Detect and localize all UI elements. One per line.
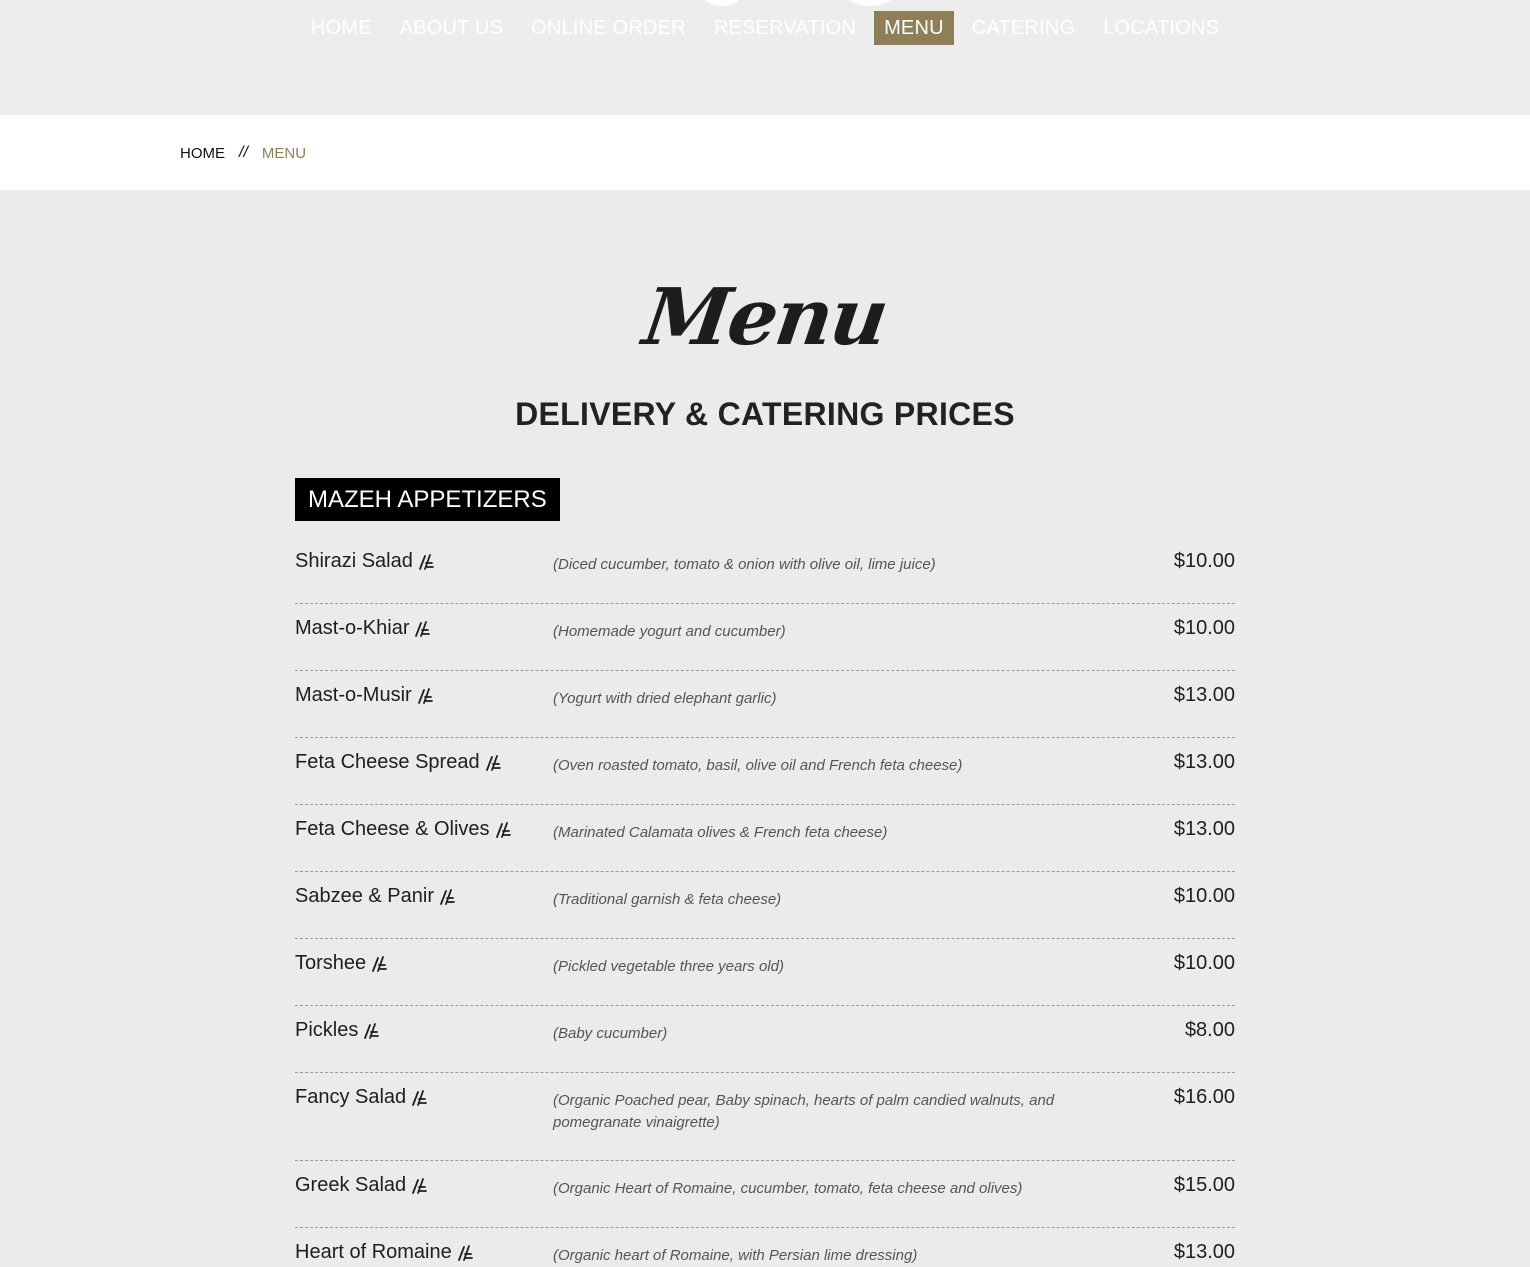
vegetarian-icon: [411, 1088, 429, 1108]
menu-item-price: $13.00: [1173, 818, 1235, 840]
menu-item-row: Torshee (Pickled vegetable three years ol…: [295, 939, 1235, 1006]
menu-item-description: (Marinated Calamata olives & French feta…: [553, 824, 888, 841]
menu-item-name: Torshee: [295, 952, 389, 975]
vegetarian-icon: [414, 619, 432, 639]
nav-locations[interactable]: LOCATIONS: [1089, 11, 1233, 45]
logo-fragment: [830, 0, 910, 6]
page-subtitle: DELIVERY & CATERING PRICES: [515, 396, 1015, 432]
menu-item-name: Mast-o-Musir: [295, 684, 435, 707]
menu-item-price: $13.00: [1173, 684, 1235, 706]
logo-fragment: [694, 0, 750, 6]
menu-item-row: Pickles (Baby cucumber) $8.00: [295, 1006, 1235, 1073]
vegetarian-icon: [485, 753, 503, 773]
menu-item-description: (Organic Poached pear, Baby spinach, hea…: [553, 1092, 1055, 1131]
nav-home[interactable]: HOME: [297, 11, 386, 45]
site-header: HOME ABOUT US ONLINE ORDER RESERVATION M…: [0, 0, 1530, 115]
menu-item-description: (Oven roasted tomato, basil, olive oil a…: [553, 757, 963, 774]
breadcrumb-separator: //: [239, 144, 248, 161]
menu-list: Shirazi Salad (Diced cucumber, tomato & o…: [295, 537, 1235, 1267]
menu-item-price: $15.00: [1173, 1174, 1235, 1196]
menu-item-row: Sabzee & Panir (Traditional garnish & fet…: [295, 872, 1235, 939]
nav-about-us[interactable]: ABOUT US: [386, 11, 517, 45]
nav-reservation[interactable]: RESERVATION: [700, 11, 870, 45]
breadcrumb-bar: HOME // MENU: [0, 115, 1530, 190]
menu-item-name: Greek Salad: [295, 1174, 429, 1197]
menu-item-description: (Diced cucumber, tomato & onion with oli…: [553, 556, 936, 573]
menu-item-price: $10.00: [1173, 617, 1235, 639]
menu-item-row: Greek Salad (Organic Heart of Romaine, cu…: [295, 1161, 1235, 1228]
menu-item-row: Shirazi Salad (Diced cucumber, tomato & o…: [295, 537, 1235, 604]
menu-item-row: Fancy Salad (Organic Poached pear, Baby s…: [295, 1073, 1235, 1161]
menu-item-price: $13.00: [1173, 751, 1235, 773]
vegetarian-icon: [457, 1243, 475, 1263]
menu-item-name-text: Torshee: [295, 952, 367, 974]
menu-item-name-text: Mast-o-Musir: [295, 684, 412, 706]
menu-item-name-text: Feta Cheese & Olives: [295, 818, 490, 840]
menu-item-name: Feta Cheese Spread: [295, 751, 503, 774]
main-nav: HOME ABOUT US ONLINE ORDER RESERVATION M…: [0, 11, 1530, 45]
vegetarian-icon: [418, 552, 436, 572]
vegetarian-icon: [411, 1176, 429, 1196]
nav-catering[interactable]: CATERING: [958, 11, 1089, 45]
menu-item-name-text: Pickles: [295, 1019, 359, 1041]
menu-item-name-text: Sabzee & Panir: [295, 885, 434, 907]
menu-item-description: (Yogurt with dried elephant garlic): [553, 690, 777, 707]
nav-menu[interactable]: MENU: [874, 11, 954, 45]
menu-item-name: Sabzee & Panir: [295, 885, 457, 908]
menu-item-price: $13.00: [1173, 1241, 1235, 1263]
breadcrumb: HOME // MENU: [180, 144, 306, 162]
menu-item-name: Fancy Salad: [295, 1086, 429, 1109]
section-heading: MAZEH APPETIZERS: [295, 478, 560, 521]
menu-item-name-text: Greek Salad: [295, 1174, 407, 1196]
vegetarian-icon: [417, 686, 435, 706]
menu-item-row: Heart of Romaine (Organic heart of Romain…: [295, 1228, 1235, 1267]
vegetarian-icon: [371, 954, 389, 974]
menu-item-name: Shirazi Salad: [295, 550, 436, 573]
vegetarian-icon: [439, 887, 457, 907]
breadcrumb-current: MENU: [261, 144, 307, 162]
menu-item-price: $10.00: [1173, 952, 1235, 974]
menu-item-description: (Homemade yogurt and cucumber): [553, 623, 786, 640]
menu-item-description: (Pickled vegetable three years old): [553, 958, 784, 975]
menu-item-name: Pickles: [295, 1019, 381, 1042]
menu-item-name: Mast-o-Khiar: [295, 617, 432, 640]
menu-item-name-text: Feta Cheese Spread: [295, 751, 480, 773]
menu-item-row: Feta Cheese & Olives (Marinated Calamata …: [295, 805, 1235, 872]
vegetarian-icon: [363, 1021, 381, 1041]
menu-item-row: Mast-o-Musir (Yogurt with dried elephant …: [295, 671, 1235, 738]
menu-item-price: $8.00: [1184, 1019, 1235, 1041]
menu-item-name-text: Heart of Romaine: [295, 1241, 452, 1263]
menu-item-row: Feta Cheese Spread (Oven roasted tomato, …: [295, 738, 1235, 805]
menu-item-price: $10.00: [1173, 885, 1235, 907]
nav-online-order[interactable]: ONLINE ORDER: [517, 11, 700, 45]
menu-item-description: (Organic heart of Romaine, with Persian …: [553, 1247, 918, 1264]
page-title: Menu: [637, 272, 893, 363]
menu-item-description: (Baby cucumber): [553, 1025, 668, 1042]
menu-item-name-text: Shirazi Salad: [295, 550, 413, 572]
menu-item-name-text: Mast-o-Khiar: [295, 617, 410, 639]
breadcrumb-home-link[interactable]: HOME: [180, 145, 225, 162]
menu-item-description: (Traditional garnish & feta cheese): [553, 891, 782, 908]
menu-item-price: $16.00: [1173, 1086, 1235, 1108]
menu-item-description: (Organic Heart of Romaine, cucumber, tom…: [553, 1180, 1023, 1197]
menu-item-name: Heart of Romaine: [295, 1241, 475, 1264]
menu-item-name: Feta Cheese & Olives: [295, 818, 513, 841]
vegetarian-icon: [495, 820, 513, 840]
menu-item-row: Mast-o-Khiar (Homemade yogurt and cucumbe…: [295, 604, 1235, 671]
menu-item-name-text: Fancy Salad: [295, 1086, 407, 1108]
menu-item-price: $10.00: [1173, 550, 1235, 572]
